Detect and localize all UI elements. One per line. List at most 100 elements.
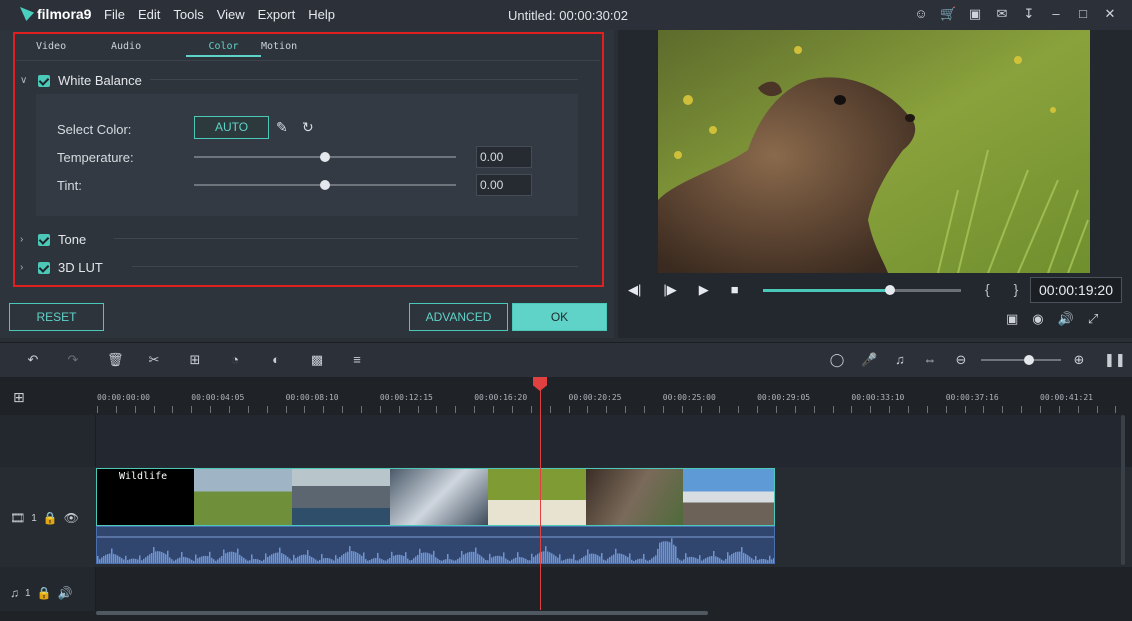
waveform-bar xyxy=(101,557,103,563)
color-icon[interactable]: ◐ xyxy=(268,352,284,368)
menu-view[interactable]: View xyxy=(217,7,245,22)
waveform-bar xyxy=(513,558,515,563)
tab-video[interactable]: Video xyxy=(36,41,111,57)
cart-icon[interactable]: 🛒 xyxy=(940,6,956,22)
lock-icon[interactable]: 🔒 xyxy=(43,511,58,525)
reset-button[interactable]: RESET xyxy=(9,303,104,331)
waveform-bar xyxy=(565,559,567,563)
waveform-bar xyxy=(593,553,595,563)
lut-title: 3D LUT xyxy=(58,260,103,275)
waveform-bar xyxy=(151,552,153,563)
ok-button[interactable]: OK xyxy=(512,303,607,331)
waveform-bar xyxy=(317,560,319,563)
menu-help[interactable]: Help xyxy=(308,7,335,22)
white-balance-header[interactable]: ∨ White Balance xyxy=(20,73,142,88)
tint-value[interactable]: 0.00 xyxy=(476,174,532,196)
menu-tools[interactable]: Tools xyxy=(173,7,203,22)
maximize-icon[interactable]: □ xyxy=(1075,6,1091,22)
waveform-bar xyxy=(291,560,293,563)
close-icon[interactable]: ✕ xyxy=(1102,6,1118,22)
menu-edit[interactable]: Edit xyxy=(138,7,160,22)
zoom-slider[interactable] xyxy=(981,359,1061,361)
chevron-down-icon[interactable]: ∨ xyxy=(20,75,30,86)
temperature-slider-handle[interactable] xyxy=(320,152,330,162)
panel-layout-icon[interactable]: ❚❚ xyxy=(1104,352,1126,368)
tint-slider-handle[interactable] xyxy=(320,180,330,190)
cut-icon[interactable]: ✂ xyxy=(146,352,162,368)
zoom-out-icon[interactable]: ⊖ xyxy=(953,352,969,368)
ruler-tick xyxy=(229,406,231,413)
white-balance-checkbox[interactable] xyxy=(38,74,50,87)
tab-motion[interactable]: Motion xyxy=(261,41,336,57)
zoom-slider-handle[interactable] xyxy=(1024,355,1034,365)
playback-scrubber-handle[interactable] xyxy=(884,285,895,295)
chevron-right-icon[interactable]: › xyxy=(20,262,30,273)
waveform-bar xyxy=(545,546,547,563)
fullscreen-icon[interactable]: ⤢ xyxy=(1088,311,1098,327)
zoom-in-icon[interactable]: ⊕ xyxy=(1071,352,1087,368)
minimize-icon[interactable]: – xyxy=(1048,6,1064,22)
lut-checkbox[interactable] xyxy=(38,261,50,274)
waveform-bar xyxy=(259,559,261,563)
empty-track xyxy=(96,415,1122,467)
fit-timeline-icon[interactable]: ⇔ xyxy=(922,352,938,368)
ruler-tick xyxy=(474,406,476,413)
waveform-bar xyxy=(375,557,377,563)
snapshot-icon[interactable]: ◉ xyxy=(1032,311,1043,327)
waveform-graphic xyxy=(97,536,774,563)
tab-audio[interactable]: Audio xyxy=(111,41,186,57)
step-icon[interactable]: |▶ xyxy=(663,282,676,298)
auto-button[interactable]: AUTO xyxy=(194,116,269,139)
advanced-button[interactable]: ADVANCED xyxy=(409,303,508,331)
speaker-icon[interactable]: 🔊 xyxy=(58,586,73,600)
eye-icon[interactable]: 👁 xyxy=(64,511,79,525)
menu-export[interactable]: Export xyxy=(258,7,296,22)
vertical-scrollbar[interactable] xyxy=(1121,415,1125,565)
save-icon[interactable]: ▣ xyxy=(967,6,983,22)
waveform-bar xyxy=(195,554,197,563)
crop-icon[interactable]: ⊞ xyxy=(187,352,203,368)
tab-color[interactable]: Color xyxy=(186,41,261,57)
reset-color-icon[interactable]: ↻ xyxy=(302,119,314,136)
chevron-right-icon[interactable]: › xyxy=(20,234,30,245)
ruler-tick xyxy=(775,406,777,413)
voiceover-icon[interactable]: ♫ xyxy=(892,352,908,368)
download-icon[interactable]: ↧ xyxy=(1021,6,1037,22)
video-clip[interactable]: Wildlife xyxy=(96,468,775,526)
menu-file[interactable]: File xyxy=(104,7,125,22)
redo-icon[interactable]: ↷ xyxy=(65,352,81,368)
green-screen-icon[interactable]: ▩ xyxy=(309,352,325,368)
play-icon[interactable]: ▶ xyxy=(699,282,709,298)
display-settings-icon[interactable]: ▣ xyxy=(1006,311,1018,327)
waveform-bar xyxy=(103,556,105,563)
waveform-bar xyxy=(353,551,355,563)
tone-header[interactable]: › Tone xyxy=(20,232,86,247)
mark-in-out[interactable]: { } xyxy=(985,281,1028,297)
volume-icon[interactable]: 🔊 xyxy=(1058,311,1074,327)
temperature-value[interactable]: 0.00 xyxy=(476,146,532,168)
waveform-bar xyxy=(449,559,451,563)
speed-icon[interactable]: ◔ xyxy=(227,352,243,368)
stop-icon[interactable]: ■ xyxy=(731,282,739,298)
undo-icon[interactable]: ↶ xyxy=(25,352,41,368)
window-controls: ☺ 🛒 ▣ ✉ ↧ – □ ✕ xyxy=(913,6,1118,22)
waveform-bar xyxy=(515,557,517,563)
ruler-tick xyxy=(549,406,551,413)
previous-frame-icon[interactable]: ◀| xyxy=(628,282,641,298)
audio-waveform[interactable] xyxy=(96,526,775,564)
mail-icon[interactable]: ✉ xyxy=(994,6,1010,22)
lut-header[interactable]: › 3D LUT xyxy=(20,260,103,275)
waveform-bar xyxy=(157,551,159,563)
lock-icon[interactable]: 🔒 xyxy=(37,586,52,600)
delete-icon[interactable]: 🗑 xyxy=(107,352,124,368)
add-track-icon[interactable]: ⊞ xyxy=(13,389,25,406)
user-icon[interactable]: ☺ xyxy=(913,6,929,22)
waveform-bar xyxy=(755,555,757,563)
audio-mixer-icon[interactable]: ≡ xyxy=(349,352,365,368)
tone-checkbox[interactable] xyxy=(38,233,50,246)
marker-icon[interactable]: ◯ xyxy=(829,352,845,368)
microphone-icon[interactable]: 🎤 xyxy=(861,352,877,368)
waveform-bar xyxy=(165,554,167,563)
eyedropper-icon[interactable]: ✎ xyxy=(276,119,288,136)
horizontal-scrollbar[interactable] xyxy=(96,611,708,615)
